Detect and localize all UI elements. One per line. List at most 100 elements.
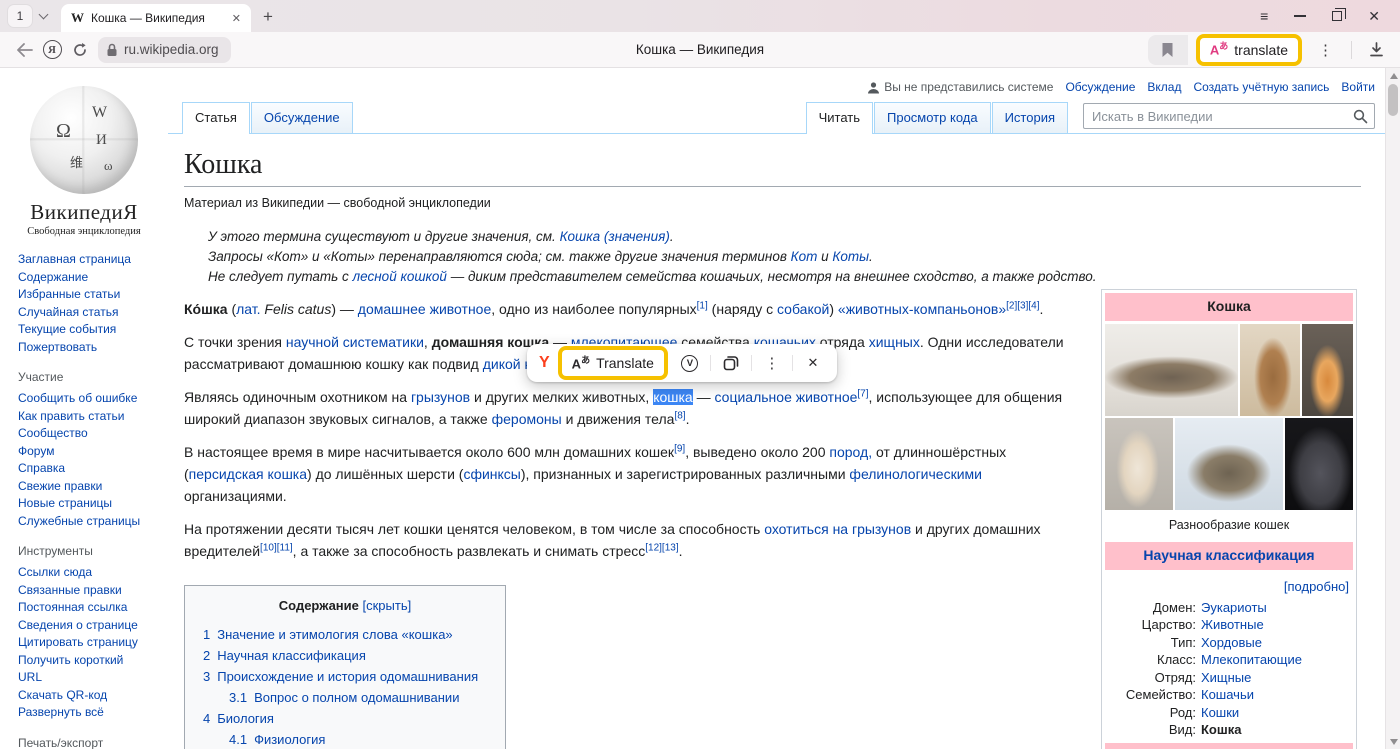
classification-header[interactable]: Научная классификация (1105, 542, 1353, 570)
inline-link[interactable]: Кошка (значения) (560, 229, 670, 244)
reference-link[interactable]: [8] (674, 410, 685, 421)
inline-link[interactable]: хищных (869, 334, 920, 350)
sidebar-link[interactable]: Свежие правки (18, 478, 148, 496)
inline-link[interactable]: Коты (832, 249, 869, 264)
popup-translate-button[interactable]: Aあ Translate (562, 350, 664, 376)
popup-close-button[interactable]: ✕ (799, 349, 827, 377)
sidebar-link[interactable]: Развернуть всё (18, 704, 148, 722)
toc-item[interactable]: 4Биология (203, 708, 487, 729)
inline-link[interactable]: феромоны (492, 411, 562, 427)
rank-value[interactable]: Кошки (1201, 704, 1353, 722)
cat-photo[interactable] (1105, 324, 1238, 416)
sidebar-link[interactable]: Связанные правки (18, 582, 148, 600)
tab-view-source[interactable]: Просмотр кода (874, 102, 991, 133)
personal-link-create-account[interactable]: Создать учётную запись (1193, 80, 1329, 94)
reference-link[interactable]: [7] (857, 388, 868, 399)
scrollbar-thumb[interactable] (1388, 84, 1398, 116)
back-button[interactable] (10, 36, 38, 64)
toolbar-translate-button[interactable]: Aあ translate (1200, 38, 1298, 62)
personal-link-talk[interactable]: Обсуждение (1065, 80, 1135, 94)
inline-link[interactable]: собакой (777, 301, 829, 317)
tab-read[interactable]: Читать (806, 102, 873, 133)
sidebar-link[interactable]: Новые страницы (18, 495, 148, 513)
toc-hide-link[interactable]: [скрыть] (363, 598, 412, 613)
reference-link[interactable]: [10][11] (260, 542, 293, 553)
rank-value[interactable]: Животные (1201, 616, 1353, 634)
sidebar-link[interactable]: Цитировать страницу (18, 634, 148, 652)
page-scrollbar[interactable] (1385, 68, 1400, 749)
sidebar-link[interactable]: Форум (18, 443, 148, 461)
copy-button[interactable] (717, 349, 745, 377)
wiki-search-box[interactable] (1083, 103, 1375, 129)
toc-item[interactable]: 1Значение и этимология слова «кошка» (203, 624, 487, 645)
minimize-icon[interactable] (1294, 15, 1306, 17)
tab-history[interactable]: История (992, 102, 1068, 133)
reference-link[interactable]: [9] (674, 443, 685, 454)
inline-link[interactable]: лат. (236, 301, 260, 317)
cat-photo[interactable] (1105, 418, 1173, 510)
browser-tab[interactable]: W Кошка — Википедия ✕ (61, 4, 251, 32)
cat-photo[interactable] (1302, 324, 1353, 416)
sidebar-link[interactable]: Сведения о странице (18, 617, 148, 635)
toc-item[interactable]: 3.1Вопрос о полном одомашнивании (203, 687, 487, 708)
wikipedia-logo[interactable]: ΩWИ维ω ВикипедиЯ Свободная энциклопедия (0, 78, 168, 237)
rank-value[interactable]: Хищные (1201, 669, 1353, 687)
inline-link[interactable]: Кот (791, 249, 818, 264)
sidebar-link[interactable]: Избранные статьи (18, 286, 148, 304)
downloads-button[interactable] (1362, 36, 1390, 64)
sidebar-link[interactable]: Заглавная страница (18, 251, 148, 269)
toc-item[interactable]: 2Научная классификация (203, 645, 487, 666)
sidebar-link[interactable]: Сообщить об ошибке (18, 390, 148, 408)
sidebar-link[interactable]: Служебные страницы (18, 513, 148, 531)
address-bar[interactable]: ru.wikipedia.org (98, 37, 231, 63)
cat-photo[interactable] (1175, 418, 1283, 510)
sidebar-link[interactable]: Текущие события (18, 321, 148, 339)
scroll-up-button[interactable] (1386, 68, 1400, 83)
personal-link-contributions[interactable]: Вклад (1147, 80, 1181, 94)
details-link[interactable]: [подробно] (1284, 579, 1349, 594)
reload-button[interactable] (66, 36, 94, 64)
menu-icon[interactable]: ≡ (1260, 9, 1268, 23)
popup-more-button[interactable]: ⋮ (758, 349, 786, 377)
inline-link[interactable]: лесной кошкой (353, 269, 447, 284)
inline-link[interactable]: «животных-компаньонов» (838, 301, 1006, 317)
cat-photo[interactable] (1240, 324, 1300, 416)
inline-link[interactable]: научной систематики (286, 334, 424, 350)
rank-value[interactable]: Кошачьи (1201, 686, 1353, 704)
tab-list-chevron-button[interactable] (36, 10, 51, 22)
reference-link[interactable]: [12][13] (645, 542, 678, 553)
inline-link[interactable]: сфинксы (463, 466, 520, 482)
personal-link-login[interactable]: Войти (1341, 80, 1375, 94)
scroll-down-button[interactable] (1386, 734, 1400, 749)
sidebar-link[interactable]: Случайная статья (18, 304, 148, 322)
rank-value[interactable]: Эукариоты (1201, 599, 1353, 617)
new-tab-button[interactable]: + (263, 8, 273, 25)
extensions-more-icon[interactable]: ⋮ (1310, 41, 1341, 59)
inline-link[interactable]: охотиться на грызунов (764, 521, 911, 537)
rank-value[interactable]: Хордовые (1201, 634, 1353, 652)
inline-link[interactable]: грызунов (411, 389, 470, 405)
reference-link[interactable]: [1] (697, 300, 708, 311)
sidebar-link[interactable]: Постоянная ссылка (18, 599, 148, 617)
search-icon[interactable] (1353, 109, 1368, 124)
tab-counter-button[interactable]: 1 (8, 5, 32, 27)
tab-discussion[interactable]: Обсуждение (251, 102, 353, 133)
inline-link[interactable]: домашнее животное (358, 301, 491, 317)
sidebar-link[interactable]: Пожертвовать (18, 339, 148, 357)
inline-link[interactable]: фелинологическими (849, 466, 982, 482)
reference-link[interactable]: [2][3][4] (1006, 300, 1039, 311)
inline-link[interactable]: персидская кошка (189, 466, 307, 482)
close-window-icon[interactable]: ✕ (1368, 9, 1380, 23)
sidebar-link[interactable]: Скачать QR-код (18, 687, 148, 705)
rank-value[interactable]: Млекопитающие (1201, 651, 1353, 669)
toc-item[interactable]: 4.1Физиология (203, 729, 487, 749)
sidebar-link[interactable]: Справка (18, 460, 148, 478)
voice-button[interactable]: V (676, 349, 704, 377)
tab-article[interactable]: Статья (182, 102, 250, 133)
inline-link[interactable]: социальное животное (715, 389, 858, 405)
yandex-home-button[interactable]: Я (38, 36, 66, 64)
bookmark-button[interactable] (1148, 35, 1188, 65)
tab-close-icon[interactable]: ✕ (232, 12, 241, 25)
sidebar-link[interactable]: Содержание (18, 269, 148, 287)
sidebar-link[interactable]: Ссылки сюда (18, 564, 148, 582)
